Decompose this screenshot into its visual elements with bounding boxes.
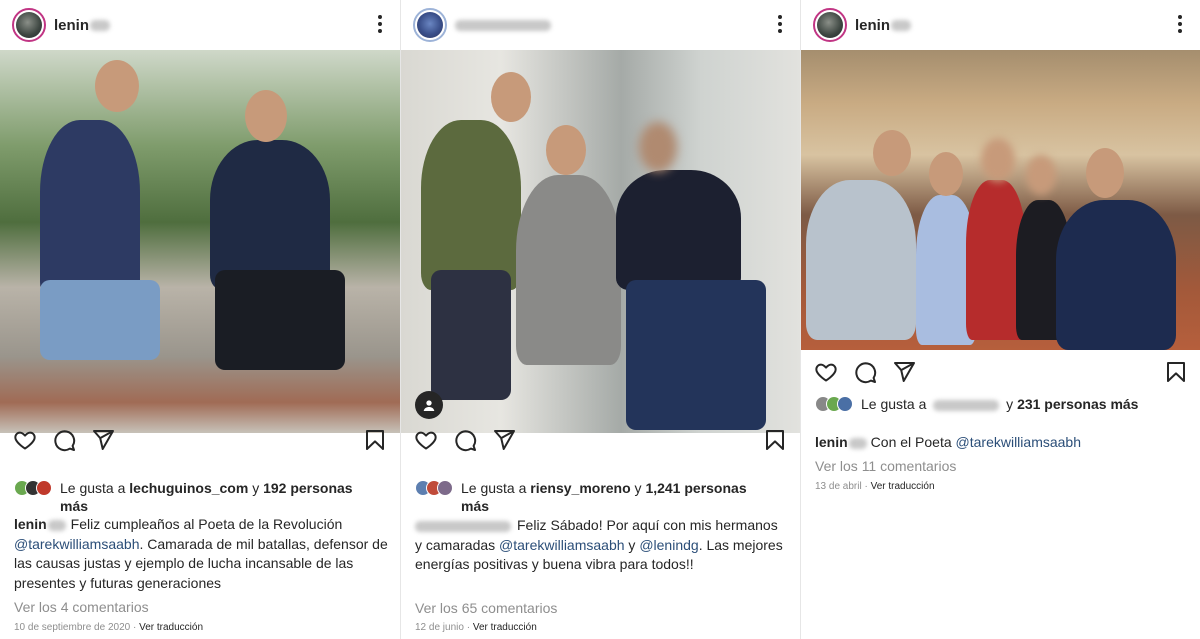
caption-text: y [628, 536, 636, 553]
action-bar [0, 420, 400, 460]
likes-suffix[interactable]: más [60, 498, 88, 514]
post-username[interactable]: lenin [855, 17, 912, 34]
username-text[interactable]: lenin [855, 17, 890, 34]
more-options-icon[interactable] [1176, 15, 1184, 35]
heart-icon[interactable] [13, 428, 37, 452]
post-header: lenin [0, 0, 400, 50]
likes-prefix: Le gusta a [461, 480, 527, 496]
likes-summary[interactable]: Le gusta a y 231 personas más [815, 395, 1138, 413]
redacted-username [90, 19, 111, 31]
redacted-username [891, 19, 912, 31]
view-comments-link[interactable]: Ver los 11 comentarios [815, 458, 956, 474]
post-photo[interactable] [401, 50, 801, 433]
likes-joiner: y [1006, 396, 1014, 412]
post-1: lenin Le gusta a lechuguinos_com y 192 p… [0, 0, 400, 639]
comment-icon[interactable] [853, 360, 877, 384]
post-caption: Feliz Sábado! Por aquí con mis hermanos … [415, 516, 785, 575]
likes-summary[interactable]: Le gusta a lechuguinos_com y 192 persona… [14, 479, 353, 515]
view-comments-link[interactable]: Ver los 4 comentarios [14, 599, 149, 615]
redacted-username [933, 399, 1000, 411]
avatar[interactable] [813, 8, 847, 42]
caption-mention[interactable]: @tarekwilliamsaabh [956, 434, 1081, 450]
post-photo[interactable] [0, 50, 400, 433]
likes-count[interactable]: 1,241 personas [645, 480, 746, 496]
caption-mention-2[interactable]: @lenindg [639, 537, 698, 553]
caption-username[interactable]: lenin [815, 434, 848, 450]
post-header: lenin [801, 0, 1200, 50]
post-caption: lenin Feliz cumpleaños al Poeta de la Rev… [14, 515, 389, 593]
post-date: 10 de septiembre de 2020 [14, 622, 131, 633]
liker-avatars [815, 396, 853, 412]
post-meta: 13 de abril · Ver traducción [815, 481, 935, 492]
likes-summary[interactable]: Le gusta a riensy_moreno y 1,241 persona… [415, 479, 747, 515]
redacted-username [848, 437, 867, 449]
likes-prefix: Le gusta a [60, 480, 126, 496]
post-username[interactable]: lenin [54, 17, 111, 34]
redacted-username [47, 519, 66, 531]
avatar[interactable] [12, 8, 46, 42]
caption-mention[interactable]: @tarekwilliamsaabh [14, 536, 139, 552]
post-meta: 10 de septiembre de 2020 · Ver traducció… [14, 622, 204, 633]
post-username[interactable] [455, 19, 551, 31]
more-options-icon[interactable] [776, 15, 784, 35]
bookmark-icon[interactable] [1164, 360, 1188, 384]
caption-text: Feliz cumpleaños al Poeta de la Revoluci… [70, 516, 343, 532]
post-meta: 12 de junio · Ver traducción [415, 622, 537, 633]
likes-suffix[interactable]: más [461, 498, 489, 514]
comment-icon[interactable] [52, 428, 76, 452]
translate-link[interactable]: Ver traducción [871, 481, 935, 492]
liker-username[interactable]: riensy_moreno [530, 480, 630, 496]
action-bar [401, 420, 800, 460]
post-header [401, 0, 800, 50]
bookmark-icon[interactable] [763, 428, 787, 452]
liker-avatars [14, 480, 52, 496]
likes-prefix: Le gusta a [861, 396, 927, 412]
likes-count[interactable]: 192 personas [263, 480, 353, 496]
avatar[interactable] [413, 8, 447, 42]
caption-mention[interactable]: @tarekwilliamsaabh [499, 537, 624, 553]
liker-username[interactable]: lechuguinos_com [129, 480, 248, 496]
post-date: 12 de junio [415, 622, 464, 633]
post-photo[interactable] [801, 50, 1200, 350]
post-3: lenin Le gusta a y 231 personas más leni… [800, 0, 1200, 639]
heart-icon[interactable] [414, 428, 438, 452]
share-icon[interactable] [91, 428, 115, 452]
comment-icon[interactable] [453, 428, 477, 452]
tagged-user-icon[interactable] [415, 391, 443, 419]
likes-joiner: y [252, 480, 260, 496]
share-icon[interactable] [492, 428, 516, 452]
username-text[interactable]: lenin [54, 17, 89, 34]
redacted-username [415, 520, 511, 532]
caption-text: Con el Poeta [870, 434, 952, 450]
action-bar [801, 352, 1200, 392]
share-icon[interactable] [892, 360, 916, 384]
translate-link[interactable]: Ver traducción [473, 622, 537, 633]
heart-icon[interactable] [814, 360, 838, 384]
post-caption: lenin Con el Poeta @tarekwilliamsaabh [815, 433, 1190, 453]
caption-username[interactable]: lenin [14, 516, 47, 532]
post-date: 13 de abril [815, 481, 862, 492]
redacted-username [455, 19, 551, 31]
translate-link[interactable]: Ver traducción [139, 622, 203, 633]
liker-avatars [415, 480, 453, 496]
post-2: Le gusta a riensy_moreno y 1,241 persona… [400, 0, 801, 639]
likes-joiner: y [634, 480, 642, 496]
view-comments-link[interactable]: Ver los 65 comentarios [415, 600, 557, 616]
likes-count[interactable]: 231 personas más [1017, 396, 1138, 412]
more-options-icon[interactable] [376, 15, 384, 35]
bookmark-icon[interactable] [363, 428, 387, 452]
